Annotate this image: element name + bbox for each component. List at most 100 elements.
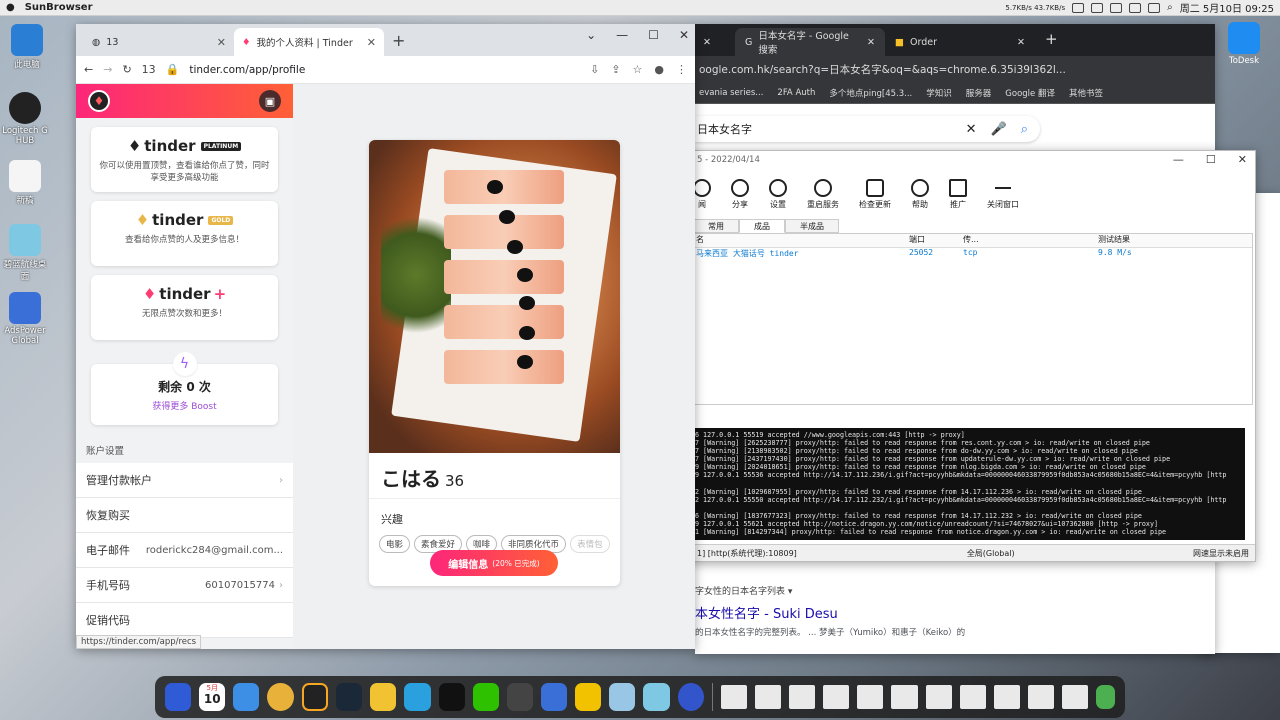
- boost-card[interactable]: ϟ 剩余 0 次 获得更多 Boost: [91, 352, 278, 425]
- minimize-button[interactable]: —: [1173, 153, 1184, 166]
- desktop-icon-todesk[interactable]: ToDesk: [1226, 22, 1262, 66]
- search-icon[interactable]: ⌕: [1167, 2, 1173, 13]
- bookmark-item[interactable]: 其他书签: [1069, 87, 1103, 99]
- avatar[interactable]: ♦: [88, 90, 110, 112]
- toolbar-button[interactable]: 闻: [693, 178, 711, 210]
- help-button[interactable]: 帮助: [911, 178, 929, 210]
- desktop-icon-adspower[interactable]: AdsPower Global: [2, 292, 48, 346]
- window-thumbnail[interactable]: [823, 685, 850, 709]
- app-icon[interactable]: [677, 683, 704, 711]
- chrome-icon[interactable]: [267, 683, 294, 711]
- launchpad-icon[interactable]: [165, 683, 192, 711]
- settings-row-payment[interactable]: 管理付款帐户 ›: [76, 463, 293, 498]
- desktop-icon-ghub[interactable]: Logitech G HUB: [2, 92, 48, 146]
- result-category[interactable]: 字女性的日本名字列表 ▾: [695, 584, 1195, 597]
- app-icon[interactable]: [609, 683, 636, 711]
- window-thumbnail[interactable]: [925, 685, 952, 709]
- close-icon[interactable]: ✕: [217, 36, 226, 49]
- window-thumbnail[interactable]: [993, 685, 1021, 709]
- platinum-card[interactable]: ♦ tinder PLATINUM 你可以使用置顶赞，查看谁给你点了赞，同时享受更多…: [91, 127, 278, 192]
- search-icon[interactable]: ⌕: [1021, 122, 1028, 137]
- bookmark-item[interactable]: evania series...: [699, 88, 763, 98]
- app-icon[interactable]: [370, 683, 397, 711]
- tab-google-search[interactable]: G 日本女名字 - Google 搜索 ✕: [735, 28, 885, 56]
- result-title[interactable]: 本女性名字 - Suki Desu: [695, 603, 1195, 622]
- plus-card[interactable]: ♦ tinder + 无限点赞次数和更多！: [91, 275, 278, 340]
- google-search-box[interactable]: 日本女名字 ✕ 🎤 ⌕: [695, 116, 1040, 142]
- tab-13[interactable]: ◍ 13 ✕: [84, 28, 234, 56]
- chevron-down-icon[interactable]: ⌄: [586, 28, 596, 42]
- get-more-boost-link[interactable]: 获得更多 Boost: [97, 399, 272, 412]
- share-icon[interactable]: ⇪: [611, 63, 620, 76]
- battery-icon[interactable]: [1148, 2, 1161, 13]
- close-window-button[interactable]: 关闭窗口: [987, 179, 1019, 210]
- share-button[interactable]: 分享: [731, 178, 749, 210]
- close-icon[interactable]: ✕: [367, 36, 376, 49]
- window-thumbnail[interactable]: [959, 685, 986, 709]
- tab-tinder-profile[interactable]: ♦ 我的个人资料 | Tinder ✕: [234, 28, 384, 56]
- briefcase-icon[interactable]: ▣: [259, 90, 281, 112]
- menu-icon[interactable]: ⋮: [676, 63, 687, 76]
- restart-button[interactable]: 重启服务: [807, 178, 839, 210]
- window-thumbnail[interactable]: [857, 685, 884, 709]
- reload-icon[interactable]: ↻: [122, 63, 131, 76]
- close-icon[interactable]: ✕: [867, 37, 875, 48]
- steam-icon[interactable]: [336, 683, 363, 711]
- forward-icon[interactable]: →: [103, 63, 112, 76]
- new-tab-button[interactable]: +: [384, 31, 413, 56]
- gold-card[interactable]: ♦ tinder GOLD 查看给你点赞的人及更多信息！: [91, 201, 278, 266]
- table-row[interactable]: 马来西亚 大猫话号 tinder 25052 tcp 9.8 M/s: [694, 248, 1252, 260]
- status-icon[interactable]: [1091, 2, 1104, 13]
- window-thumbnail[interactable]: [789, 685, 816, 709]
- tab-close-icon[interactable]: ✕: [695, 37, 735, 56]
- wifi-icon[interactable]: [1110, 2, 1123, 13]
- adspower-icon[interactable]: [540, 683, 568, 711]
- settings-row-promo[interactable]: 促销代码: [76, 603, 293, 638]
- window-thumbnail[interactable]: [1062, 685, 1089, 709]
- app-icon[interactable]: [301, 683, 329, 711]
- maximize-button[interactable]: ☐: [1206, 153, 1216, 166]
- bookmark-item[interactable]: 2FA Auth: [777, 88, 815, 98]
- calendar-icon[interactable]: 5月 10: [199, 683, 226, 711]
- window-thumbnail[interactable]: [1028, 685, 1055, 709]
- tab-order[interactable]: ■ Order ✕: [885, 28, 1035, 56]
- clear-icon[interactable]: ✕: [966, 122, 977, 137]
- star-icon[interactable]: ☆: [633, 63, 643, 76]
- clock[interactable]: 周二 5月10日 09:25: [1180, 0, 1274, 15]
- desktop-icon-computer[interactable]: 此电脑: [4, 24, 50, 70]
- tab-finished[interactable]: 成品: [739, 219, 785, 233]
- settings-row-phone[interactable]: 手机号码 60107015774 ›: [76, 568, 293, 603]
- close-button[interactable]: ✕: [679, 28, 689, 42]
- desktop-icon-doc[interactable]: 新稿: [2, 160, 48, 206]
- todo-icon[interactable]: [233, 683, 260, 711]
- trash-icon[interactable]: [1096, 685, 1116, 709]
- window-thumbnail[interactable]: [754, 685, 782, 709]
- active-app-name[interactable]: SunBrowser: [25, 2, 93, 13]
- promote-button[interactable]: 推广: [949, 178, 967, 210]
- edit-info-button[interactable]: 编辑信息 (20% 已完成): [430, 550, 558, 576]
- address-bar[interactable]: oogle.com.hk/search?q=日本女名字&oq=&aqs=chro…: [695, 56, 1215, 82]
- bookmark-item[interactable]: 服务器: [966, 87, 992, 99]
- new-tab-button[interactable]: +: [1035, 30, 1068, 56]
- bookmark-item[interactable]: 多个地点ping[45.3...: [829, 87, 912, 99]
- close-icon[interactable]: ✕: [1017, 37, 1025, 48]
- back-icon[interactable]: ←: [84, 63, 93, 76]
- profile-icon[interactable]: ●: [654, 63, 664, 76]
- bookmark-item[interactable]: 学知识: [926, 87, 952, 99]
- window-thumbnail[interactable]: [720, 685, 747, 709]
- tab-common[interactable]: 常用: [693, 219, 739, 233]
- maximize-button[interactable]: ☐: [648, 28, 659, 42]
- minimize-button[interactable]: —: [616, 28, 628, 42]
- settings-row-email[interactable]: 电子邮件 roderickc284@gmail.com...: [76, 533, 293, 568]
- microphone-icon[interactable]: 🎤: [991, 122, 1007, 137]
- desktop-icon-game[interactable]: 碧蓝航线桌面: [2, 224, 48, 282]
- dollar-icon[interactable]: [575, 683, 602, 711]
- update-button[interactable]: 检查更新: [859, 178, 891, 210]
- qq-icon[interactable]: [438, 683, 465, 711]
- install-icon[interactable]: ⇩: [590, 63, 599, 76]
- status-icon[interactable]: [1072, 2, 1085, 13]
- telegram-icon[interactable]: [404, 683, 431, 711]
- bookmark-item[interactable]: Google 翻译: [1005, 87, 1055, 99]
- close-button[interactable]: ✕: [1238, 153, 1247, 166]
- url-input[interactable]: tinder.com/app/profile: [189, 64, 305, 76]
